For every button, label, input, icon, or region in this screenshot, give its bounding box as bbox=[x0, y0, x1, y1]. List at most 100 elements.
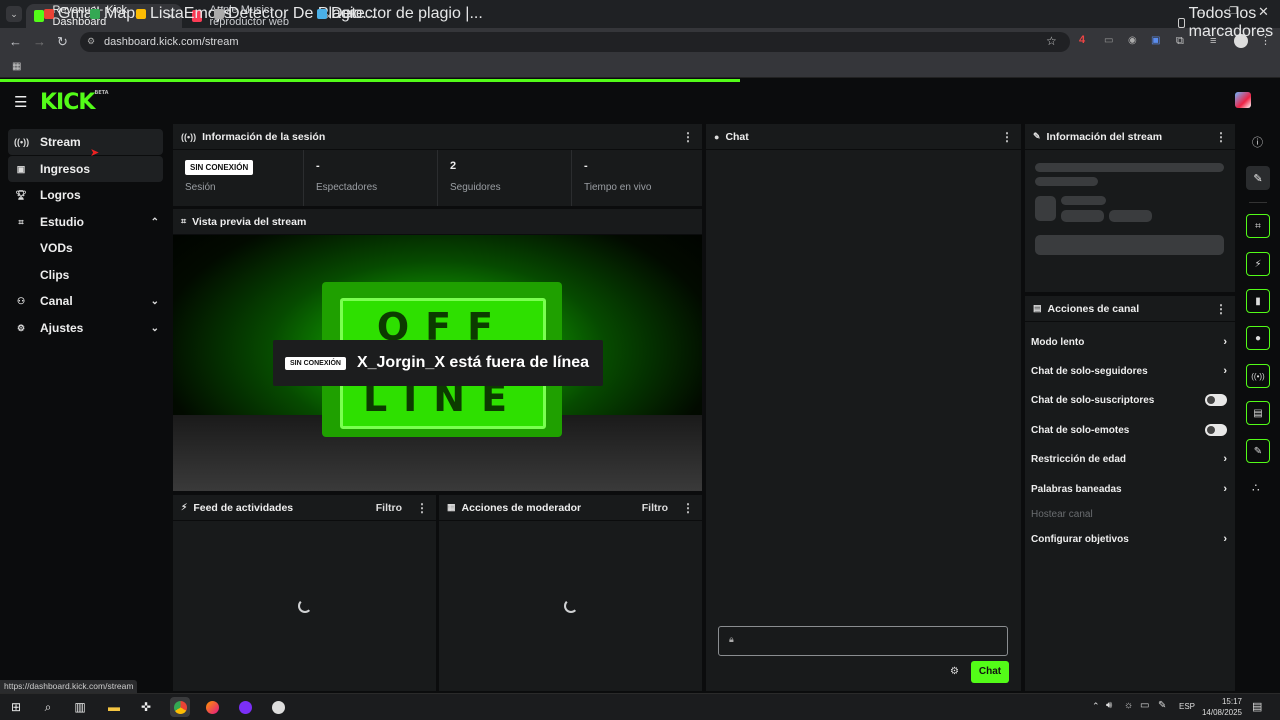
address-bar[interactable]: dashboard.kick.com/stream bbox=[80, 32, 1070, 52]
chrome-icon[interactable] bbox=[170, 697, 190, 717]
action-restriccion-edad[interactable]: Restricción de edad › bbox=[1031, 453, 1227, 465]
chevron-right-icon: › bbox=[1223, 336, 1227, 348]
bookmarks-bar bbox=[0, 56, 1280, 78]
app-header bbox=[0, 82, 1280, 122]
more-options-icon[interactable]: ⋮ bbox=[416, 501, 428, 515]
game-controller-icon[interactable]: ✜ bbox=[136, 697, 156, 717]
tab-search-icon[interactable]: ⌄ bbox=[6, 6, 22, 22]
hamburger-menu-icon[interactable]: ☰ bbox=[14, 93, 27, 111]
bookmark-star-icon[interactable]: ☆ bbox=[1046, 34, 1057, 48]
action-configurar-objetivos[interactable]: Configurar objetivos › bbox=[1031, 533, 1227, 545]
skeleton-line bbox=[1061, 196, 1106, 205]
session-info-header: ((•)) Información de la sesión ⋮ bbox=[173, 124, 702, 150]
mod-filter-button[interactable]: Filtro bbox=[642, 502, 668, 514]
site-icon bbox=[317, 9, 327, 19]
more-options-icon[interactable]: ⋮ bbox=[1215, 302, 1227, 316]
extension-icon[interactable]: ▭ bbox=[1104, 35, 1113, 46]
skeleton-button bbox=[1035, 235, 1224, 255]
loading-spinner bbox=[298, 599, 312, 613]
chevron-right-icon: › bbox=[1223, 365, 1227, 377]
solo-suscriptores-toggle[interactable] bbox=[1205, 394, 1227, 406]
pen-icon[interactable]: ✎ bbox=[1158, 700, 1166, 711]
sidebar-item-clips[interactable]: Clips bbox=[8, 262, 163, 288]
rail-preview-icon[interactable]: ⌗ bbox=[1246, 214, 1270, 238]
tray-icon[interactable]: ☼ bbox=[1124, 700, 1133, 711]
live-time-stat: - Tiempo en vivo bbox=[584, 160, 652, 193]
reload-icon[interactable]: ↻ bbox=[57, 34, 68, 50]
rail-notes-icon[interactable]: ▮ bbox=[1246, 289, 1270, 313]
windows-start-icon[interactable]: ⊞ bbox=[6, 697, 26, 717]
status-url: https://dashboard.kick.com/stream bbox=[0, 680, 138, 693]
trophy-icon: 🏆︎ bbox=[15, 189, 27, 200]
rail-chat-icon[interactable]: ● bbox=[1246, 326, 1270, 350]
edit-layout-icon[interactable]: ✎ bbox=[1246, 166, 1270, 190]
file-explorer-icon[interactable]: ▬ bbox=[104, 697, 124, 717]
chat-header: ● Chat ⋮ bbox=[706, 124, 1021, 150]
sidebar-item-estudio[interactable]: ⌗ Estudio ⌃ bbox=[8, 209, 163, 235]
extension-badge-icon[interactable]: 4 bbox=[1079, 34, 1085, 46]
more-options-icon[interactable]: ⋮ bbox=[1001, 130, 1013, 144]
action-modo-lento[interactable]: Modo lento › bbox=[1031, 336, 1227, 348]
skeleton-line bbox=[1035, 177, 1098, 186]
bookmark-detector-plagio-2[interactable]: Detector de plagio |... bbox=[317, 5, 483, 23]
more-options-icon[interactable]: ⋮ bbox=[682, 501, 694, 515]
firefox-icon[interactable] bbox=[202, 697, 222, 717]
rail-wrench-icon[interactable]: ✎ bbox=[1246, 439, 1270, 463]
tray-chevron-icon[interactable]: ⌃ bbox=[1092, 701, 1100, 712]
back-icon[interactable]: ← bbox=[9, 34, 22, 49]
sidebar-item-vods[interactable]: VODs bbox=[8, 235, 163, 261]
shield-icon: ▦ bbox=[447, 502, 456, 512]
rail-more-icon[interactable]: ∴ bbox=[1252, 481, 1260, 495]
sidebar-item-logros[interactable]: 🏆︎ Logros bbox=[8, 182, 163, 208]
user-avatar[interactable] bbox=[1235, 92, 1251, 108]
volume-icon[interactable]: 🔊︎ bbox=[1106, 700, 1112, 711]
language-indicator[interactable]: ESP bbox=[1179, 702, 1195, 711]
action-solo-seguidores[interactable]: Chat de solo-seguidores › bbox=[1031, 365, 1227, 377]
stream-info-panel: ✎ Información del stream ⋮ bbox=[1025, 124, 1235, 292]
sidebar-item-canal[interactable]: ⚇ Canal ⌄ bbox=[8, 288, 163, 314]
rail-channel-actions-icon[interactable]: ▤ bbox=[1246, 401, 1270, 425]
channel-icon: ⚇ bbox=[16, 295, 26, 306]
action-hostear-canal: Hostear canal bbox=[1031, 509, 1093, 520]
sidebar-item-ajustes[interactable]: ⚙ Ajustes ⌄ bbox=[8, 315, 163, 341]
chevron-right-icon: › bbox=[1223, 453, 1227, 465]
chat-input[interactable] bbox=[718, 626, 1008, 656]
chevron-down-icon[interactable]: ⌄ bbox=[151, 296, 159, 307]
chat-settings-gear-icon[interactable]: ⚙ bbox=[950, 666, 959, 677]
clock[interactable]: 15:17 14/08/2025 bbox=[1200, 696, 1242, 718]
translate-icon[interactable]: ▣ bbox=[1151, 35, 1160, 46]
preview-icon: ⌗ bbox=[181, 216, 187, 226]
chat-panel: ● Chat ⋮ bbox=[706, 124, 1021, 691]
info-icon[interactable]: ⓘ bbox=[1252, 134, 1263, 150]
chevron-down-icon[interactable]: ⌄ bbox=[151, 323, 159, 334]
app-icon[interactable] bbox=[268, 697, 288, 717]
action-palabras-baneadas[interactable]: Palabras baneadas › bbox=[1031, 483, 1227, 495]
moderator-actions-panel: ▦ Acciones de moderador Filtro ⋮ bbox=[439, 495, 702, 691]
all-bookmarks-folder[interactable]: Todos los marcadores bbox=[1178, 5, 1280, 41]
loading-spinner bbox=[564, 599, 578, 613]
task-view-icon[interactable]: ▥ bbox=[70, 697, 90, 717]
notifications-icon[interactable]: ▤ bbox=[1252, 700, 1262, 713]
apps-grid-icon[interactable]: ▦ bbox=[12, 61, 21, 72]
more-options-icon[interactable]: ⋮ bbox=[682, 130, 694, 144]
kick-logo[interactable]: KICKBETA bbox=[40, 90, 109, 115]
mouse-cursor-icon: ➤ bbox=[90, 147, 100, 159]
solo-emotes-toggle[interactable] bbox=[1205, 424, 1227, 436]
skeleton-line bbox=[1035, 163, 1224, 172]
sidebar-item-ingresos[interactable]: ▣ Ingresos bbox=[8, 156, 163, 182]
channel-actions-icon: ▤ bbox=[1033, 303, 1042, 313]
feed-filter-button[interactable]: Filtro bbox=[376, 502, 402, 514]
collapse-icon[interactable]: ⌃ bbox=[151, 217, 159, 228]
search-icon[interactable]: ⌕ bbox=[38, 697, 58, 717]
chat-send-button[interactable]: Chat bbox=[971, 661, 1009, 683]
rail-lightning-icon[interactable]: ⚡︎ bbox=[1246, 252, 1270, 276]
forward-icon[interactable]: → bbox=[33, 34, 46, 49]
gmail-icon bbox=[44, 9, 54, 19]
site-info-icon[interactable]: ⚙ bbox=[87, 36, 95, 47]
extension-icon[interactable]: ◉ bbox=[1128, 35, 1137, 46]
more-options-icon[interactable]: ⋮ bbox=[1215, 130, 1227, 144]
network-icon[interactable]: ▭ bbox=[1140, 700, 1149, 711]
rail-broadcast-icon[interactable]: ((•)) bbox=[1246, 364, 1270, 388]
app-icon[interactable] bbox=[235, 697, 255, 717]
sidebar-item-stream[interactable]: ((•)) Stream bbox=[8, 129, 163, 155]
